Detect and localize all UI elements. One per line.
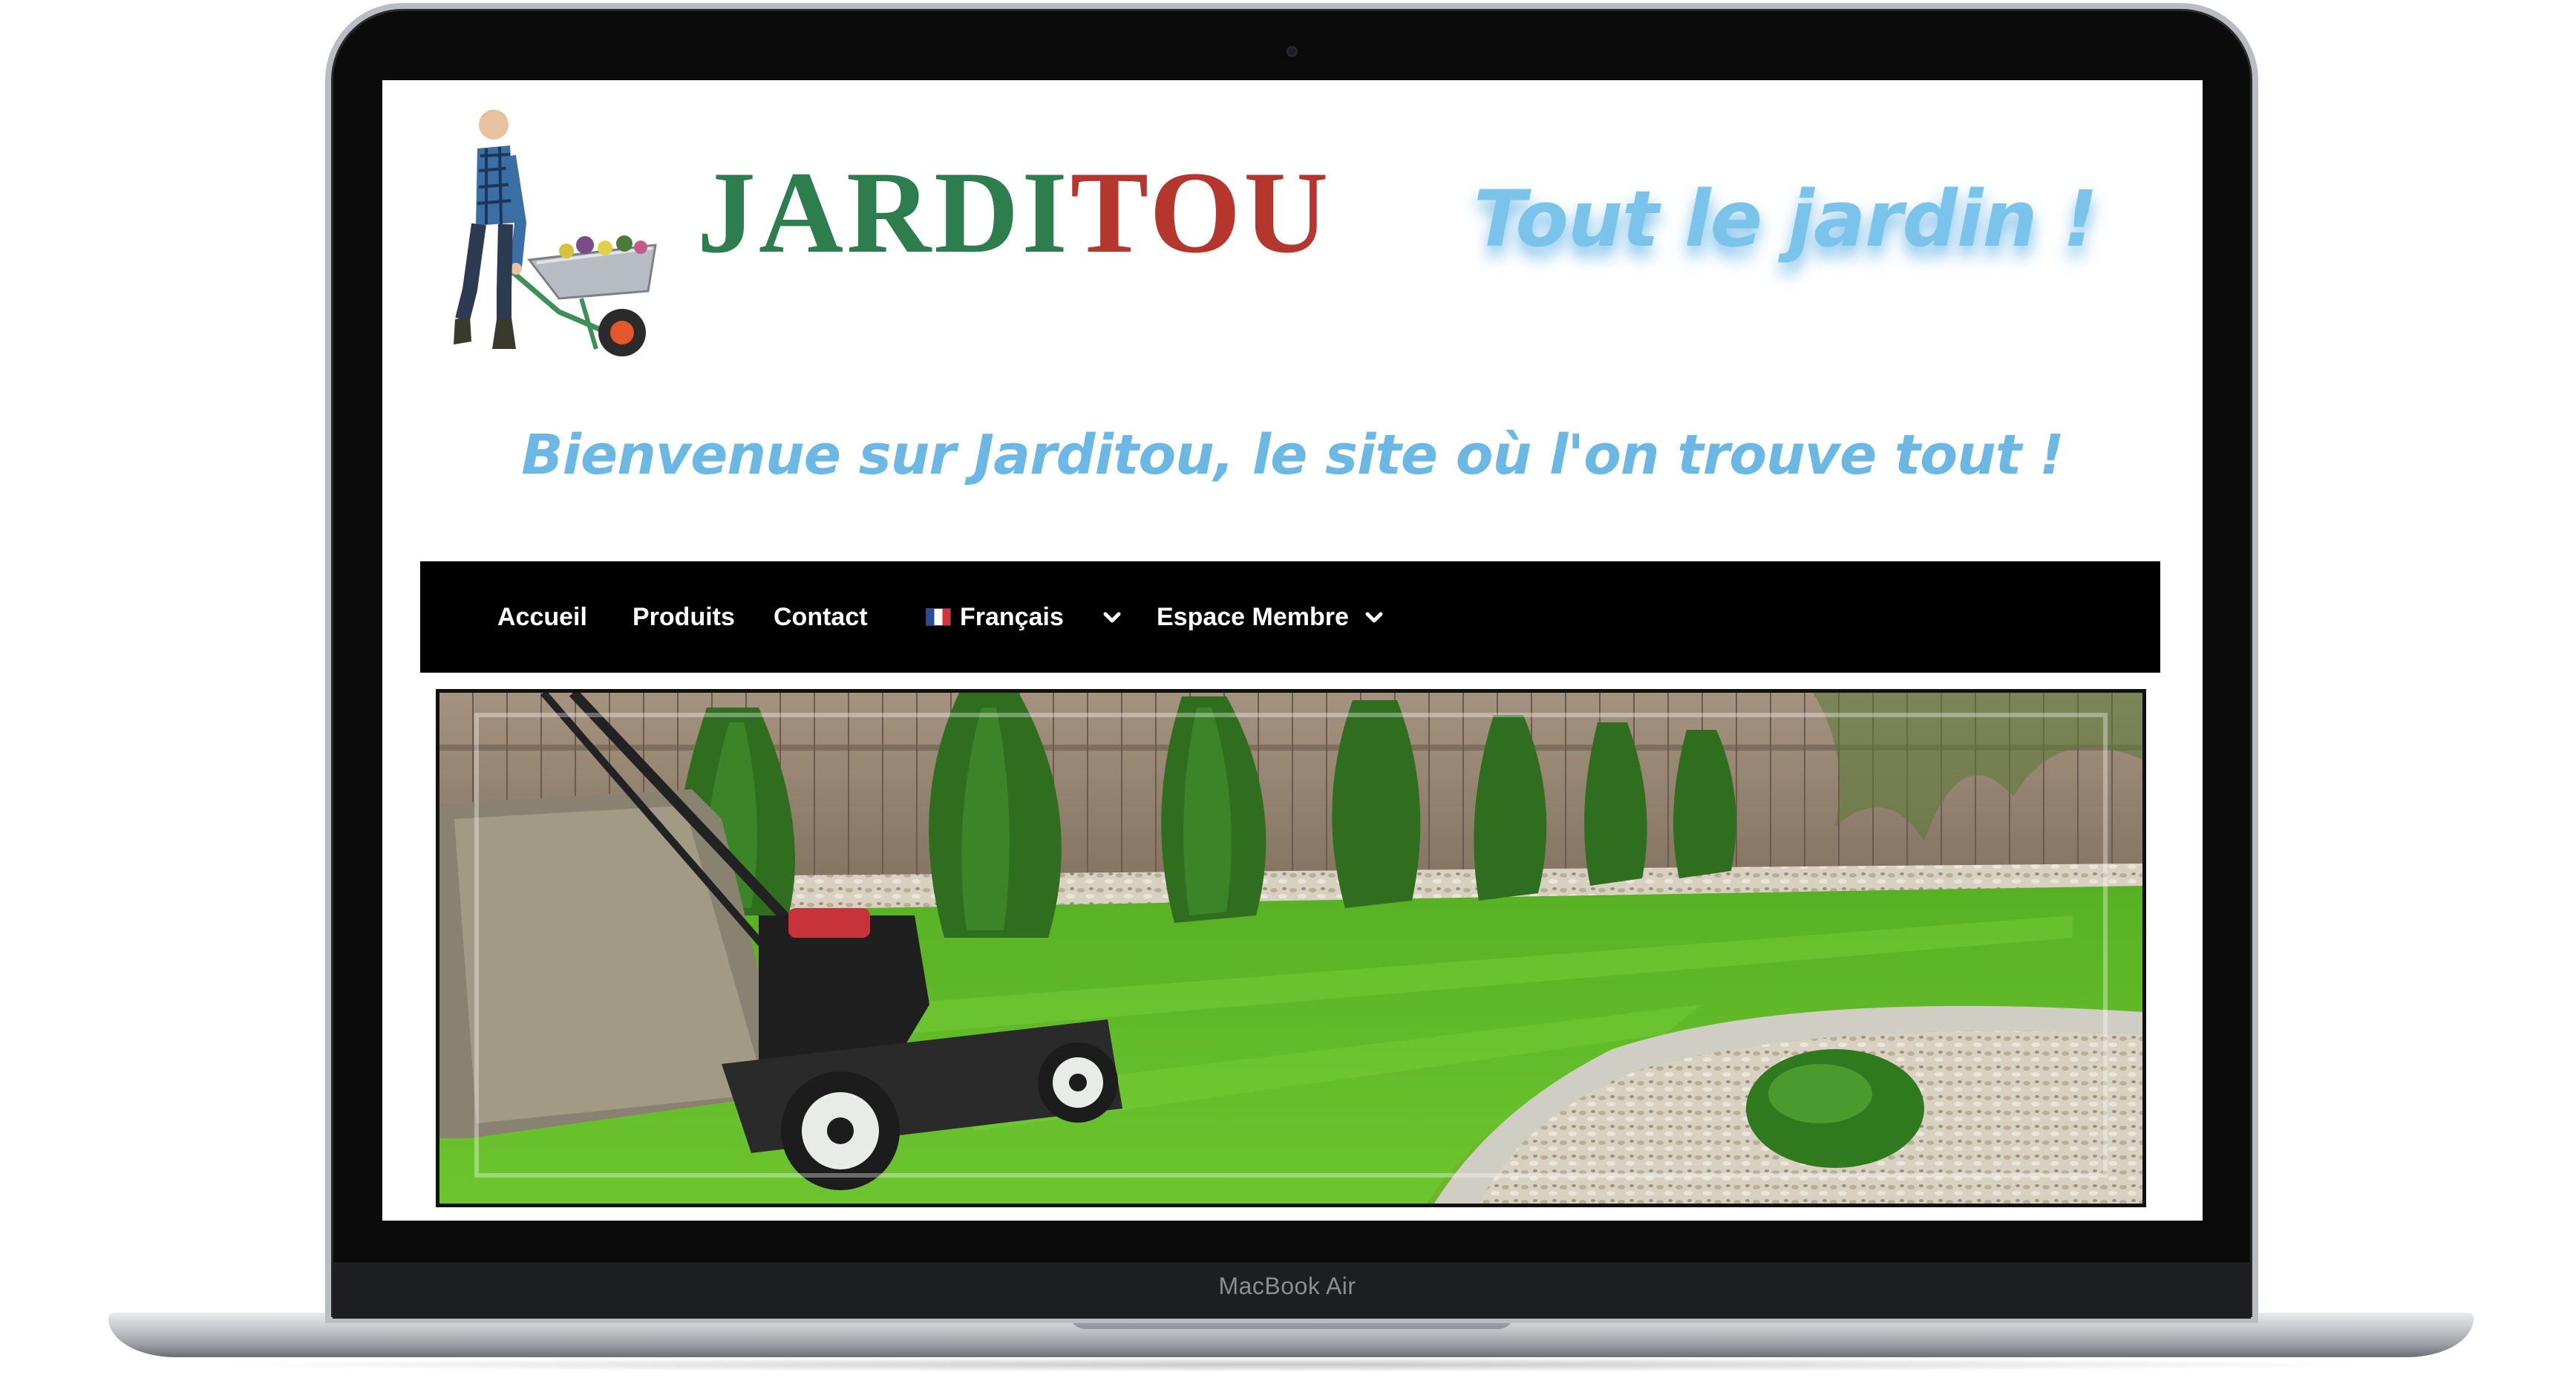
chevron-down-icon[interactable]	[1101, 606, 1123, 628]
nav-label: Produits	[632, 602, 735, 631]
main-navbar: Accueil Produits Contact Français Espace…	[420, 561, 2160, 673]
nav-item-contact[interactable]: Contact	[774, 561, 868, 673]
hero-garden-image	[436, 689, 2146, 1207]
brand-part-green: JARDI	[697, 148, 1070, 278]
nav-label: Contact	[774, 602, 868, 631]
device-label: MacBook Air	[1218, 1273, 1356, 1299]
welcome-heading: Bienvenue sur Jarditou, le site où l'on …	[521, 423, 2064, 487]
gardener-wheelbarrow-logo-icon[interactable]	[433, 97, 685, 371]
camera-icon	[1287, 46, 1298, 57]
nav-item-espace-membre[interactable]: Espace Membre	[1157, 561, 1349, 673]
flag-fr-icon	[926, 608, 951, 626]
chevron-down-icon[interactable]	[1363, 606, 1385, 628]
nav-label: Espace Membre	[1157, 602, 1349, 631]
laptop-shadow	[178, 1357, 2405, 1372]
site-tagline: Tout le jardin !	[1474, 174, 2098, 264]
brand-part-red: TOU	[1070, 148, 1332, 278]
web-page: JARDITOU Tout le jardin ! Bienvenue sur …	[382, 80, 2203, 1221]
nav-item-language[interactable]: Français	[926, 561, 1064, 673]
laptop-mockup: MacBook Air JARDITOU Tout le jardin ! Bi…	[0, 0, 2576, 1381]
nav-item-accueil[interactable]: Accueil	[497, 561, 587, 673]
nav-label: Français	[960, 602, 1064, 631]
lawn-mower-garden-icon	[439, 693, 2142, 1204]
nav-item-produits[interactable]: Produits	[632, 561, 735, 673]
nav-label: Accueil	[497, 602, 587, 631]
site-brand-logo[interactable]: JARDITOU	[697, 154, 1331, 272]
